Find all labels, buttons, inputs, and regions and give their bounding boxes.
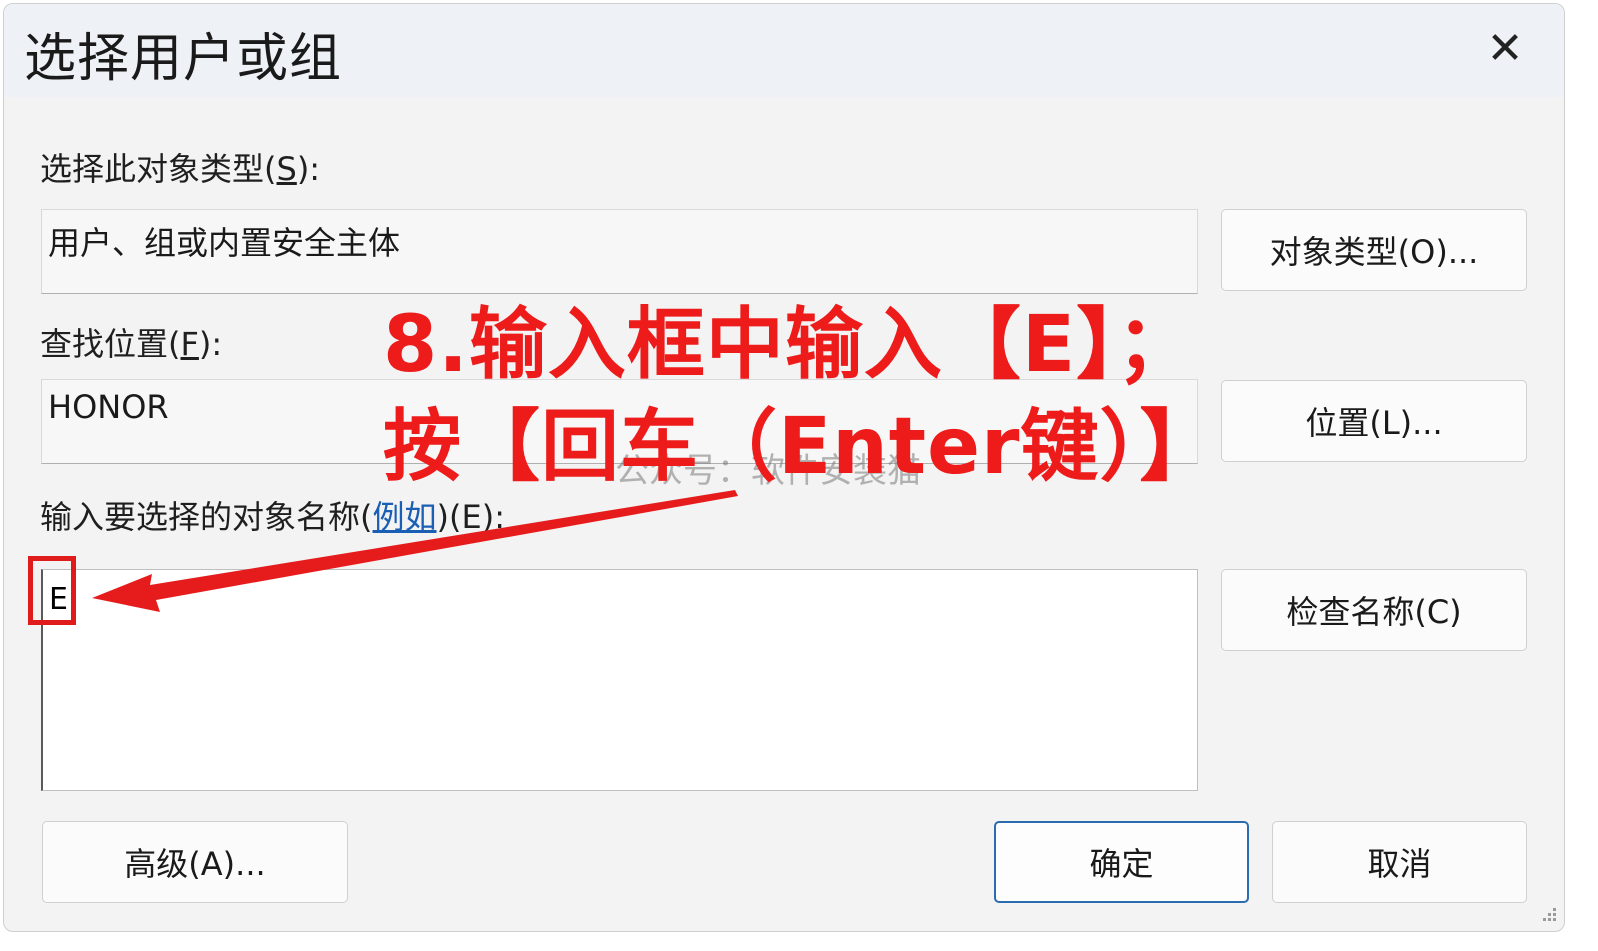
annotation-line-2: 按【回车（Enter键）】 (383, 402, 1219, 492)
annotation-line-1: 8.输入框中输入【E】； (383, 300, 1196, 390)
